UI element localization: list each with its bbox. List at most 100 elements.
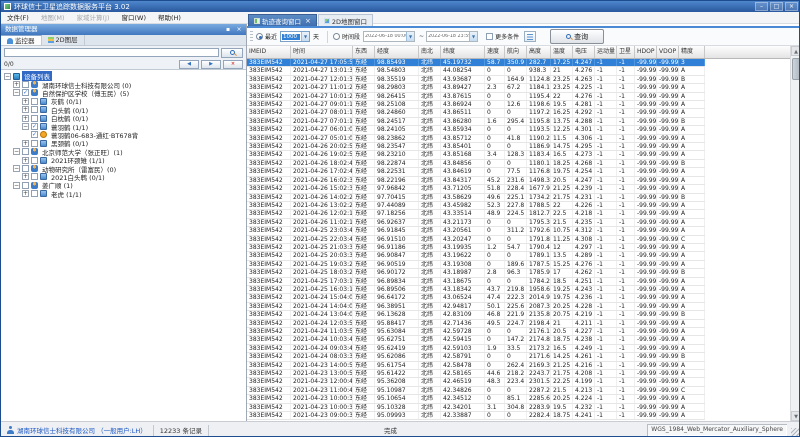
more-conditions-checkbox[interactable]	[486, 33, 493, 40]
table-header-cell[interactable]: 航向	[505, 46, 527, 58]
table-row[interactable]: 383EIM5422021-04-24 08:03:36东经95.62086北纬…	[247, 353, 705, 361]
tree-row[interactable]: +老虎 (1/1)	[1, 189, 246, 197]
tree-expander-icon[interactable]: −	[4, 73, 11, 80]
tree-checkbox[interactable]	[31, 115, 38, 122]
tree-checkbox[interactable]	[31, 98, 38, 105]
table-row[interactable]: 383EIM5422021-04-23 12:00:49东经95.36208北纬…	[247, 378, 705, 386]
recent-days-combo[interactable]: 1000 ▼	[280, 31, 310, 42]
chevron-down-icon[interactable]: ▼	[301, 32, 309, 41]
tree-expander-icon[interactable]: +	[22, 106, 29, 113]
table-row[interactable]: 383EIM5422021-04-23 10:00:35东经95.10328北纬…	[247, 404, 705, 412]
table-row[interactable]: 383EIM5422021-04-27 05:01:01东经98.23862北纬…	[247, 135, 705, 143]
table-header-cell[interactable]: 卫星	[617, 46, 635, 58]
menu-item[interactable]: 文件(F)	[1, 12, 35, 24]
tree-row[interactable]: −动物研究所（雷富民）(0)	[1, 164, 246, 172]
tab-2d-map-window[interactable]: 2D地图窗口	[318, 14, 373, 26]
table-row[interactable]: 383EIM5422021-04-26 16:02:36东经98.22196北纬…	[247, 177, 705, 185]
table-row[interactable]: 383EIM5422021-04-27 10:01:24东经98.26415北纬…	[247, 93, 705, 101]
tree-row[interactable]: ✓蓑羽鹤06-683-通红·BT678背	[1, 131, 246, 139]
table-row[interactable]: 383EIM5422021-04-25 23:03:48东经96.91845北纬…	[247, 227, 705, 235]
tree-row[interactable]: −姜广顺 (1)	[1, 181, 246, 189]
table-header-cell[interactable]: HDOP	[635, 46, 657, 58]
vertical-scrollbar[interactable]: ▲ ▼	[790, 46, 800, 421]
tree-checkbox[interactable]	[31, 106, 38, 113]
tree-expander-icon[interactable]: +	[22, 98, 29, 105]
chevron-down-icon[interactable]: ▼	[406, 32, 414, 41]
tree-row[interactable]: +白枕鹤 (0/1)	[1, 114, 246, 122]
table-row[interactable]: 383EIM5422021-04-27 06:01:05东经98.24105北纬…	[247, 126, 705, 134]
tree-checkbox[interactable]	[31, 140, 38, 147]
tree-expander-icon[interactable]: −	[13, 148, 20, 155]
table-header-cell[interactable]: VDOP	[657, 46, 679, 58]
table-row[interactable]: 383EIM5422021-04-27 17:05:52东经98.85493北纬…	[247, 59, 705, 67]
table-row[interactable]: 383EIM5422021-04-26 14:02:27东经97.70415北纬…	[247, 194, 705, 202]
tree-row[interactable]: +白头鹤 (0/1)	[1, 106, 246, 114]
table-header-cell[interactable]: 高度	[527, 46, 551, 58]
tree-checkbox[interactable]	[22, 148, 29, 155]
tree-expander-icon[interactable]: −	[22, 123, 29, 130]
tree-expander-icon[interactable]: −	[13, 89, 20, 96]
table-row[interactable]: 383EIM5422021-04-25 18:03:24东经96.90172北纬…	[247, 269, 705, 277]
more-conditions-button[interactable]	[524, 31, 536, 42]
table-row[interactable]: 383EIM5422021-04-25 22:03:43东经96.91510北纬…	[247, 236, 705, 244]
table-header-cell[interactable]: 速度	[485, 46, 505, 58]
table-header-cell[interactable]: 精度	[679, 46, 705, 58]
tree-expander-icon[interactable]: −	[13, 182, 20, 189]
tree-row[interactable]: +灰鹤 (0/1)	[1, 97, 246, 105]
table-row[interactable]: 383EIM5422021-04-26 15:02:31东经97.96842北纬…	[247, 185, 705, 193]
tree-row[interactable]: −北京师范大学（张正旺）(1)	[1, 148, 246, 156]
table-row[interactable]: 383EIM5422021-04-27 07:01:10东经98.24517北纬…	[247, 118, 705, 126]
menu-item[interactable]: 帮助(H)	[152, 12, 187, 24]
table-row[interactable]: 383EIM5422021-04-27 11:01:29东经98.29803北纬…	[247, 84, 705, 92]
table-header-cell[interactable]: 时间	[291, 46, 353, 58]
scroll-down-arrow[interactable]: ▼	[791, 411, 800, 421]
table-row[interactable]: 383EIM5422021-04-23 09:00:31东经95.09993北纬…	[247, 412, 705, 420]
table-row[interactable]: 383EIM5422021-04-23 14:00:58东经95.61754北纬…	[247, 362, 705, 370]
search-input[interactable]	[4, 48, 219, 57]
tab-close-icon[interactable]: ×	[305, 18, 311, 24]
table-row[interactable]: 383EIM5422021-04-26 11:02:12东经96.92637北纬…	[247, 219, 705, 227]
table-row[interactable]: 383EIM5422021-04-26 17:02:41东经98.22531北纬…	[247, 168, 705, 176]
tree-expander-icon[interactable]: +	[13, 81, 20, 88]
tree-checkbox[interactable]	[22, 81, 29, 88]
chevron-down-icon[interactable]: ▼	[469, 32, 477, 41]
query-button[interactable]: 查询	[550, 29, 604, 44]
table-row[interactable]: 383EIM5422021-04-25 17:03:19东经96.89834北纬…	[247, 278, 705, 286]
table-row[interactable]: 383EIM5422021-04-27 09:01:19东经98.25108北纬…	[247, 101, 705, 109]
table-row[interactable]: 383EIM5422021-04-23 10:00:39东经95.10654北纬…	[247, 395, 705, 403]
table-row[interactable]: 383EIM5422021-04-26 13:02:22东经97.44089北纬…	[247, 202, 705, 210]
table-header-cell[interactable]: 电压	[573, 46, 595, 58]
table-row[interactable]: 383EIM5422021-04-26 19:02:50东经98.23210北纬…	[247, 151, 705, 159]
resize-grip[interactable]	[791, 428, 800, 437]
tree-checkbox[interactable]	[31, 157, 38, 164]
table-row[interactable]: 383EIM5422021-04-24 12:03:55东经95.88417北纬…	[247, 320, 705, 328]
panel-close-icon[interactable]: ×	[235, 26, 243, 34]
time-range-radio[interactable]	[333, 33, 340, 40]
table-header-cell[interactable]: 经度	[375, 46, 419, 58]
minimize-button[interactable]: –	[755, 2, 768, 11]
recent-radio[interactable]	[256, 33, 263, 40]
tree-row[interactable]: +2021白头鹎 (0/1)	[1, 173, 246, 181]
table-row[interactable]: 383EIM5422021-04-24 14:04:05东经96.38951北纬…	[247, 303, 705, 311]
table-row[interactable]: 383EIM5422021-04-25 16:03:14东经96.89506北纬…	[247, 286, 705, 294]
next-result-button[interactable]: ▶	[201, 60, 221, 69]
table-header-cell[interactable]: 南北	[419, 46, 441, 58]
table-header-cell[interactable]: IMEID	[247, 46, 291, 58]
tree-expander-icon[interactable]: +	[22, 190, 29, 197]
table-row[interactable]: 383EIM5422021-04-25 21:03:38东经96.91186北纬…	[247, 244, 705, 252]
table-row[interactable]: 383EIM5422021-04-24 11:03:50东经95.63084北纬…	[247, 328, 705, 336]
table-header-cell[interactable]: 纬度	[441, 46, 485, 58]
table-row[interactable]: 383EIM5422021-04-26 12:02:17东经97.18256北纬…	[247, 210, 705, 218]
date-to-picker[interactable]: 2022-06-18 23:59:59 ▼	[426, 31, 478, 42]
tree-checkbox[interactable]: ✓	[31, 123, 38, 130]
scrollbar-thumb[interactable]	[792, 58, 800, 80]
clear-result-button[interactable]: ×	[223, 60, 243, 69]
tree-checkbox[interactable]	[22, 182, 29, 189]
tree-expander-icon[interactable]: +	[22, 115, 29, 122]
toolbar-grip[interactable]	[250, 31, 253, 43]
tree-checkbox[interactable]	[31, 173, 38, 180]
table-row[interactable]: 383EIM5422021-04-24 15:04:09东经96.64172北纬…	[247, 294, 705, 302]
tree-checkbox[interactable]	[22, 165, 29, 172]
tree-row[interactable]: +2021环颈雉 (1/1)	[1, 156, 246, 164]
date-from-picker[interactable]: 2022-06-18 00:00:00 ▼	[363, 31, 415, 42]
